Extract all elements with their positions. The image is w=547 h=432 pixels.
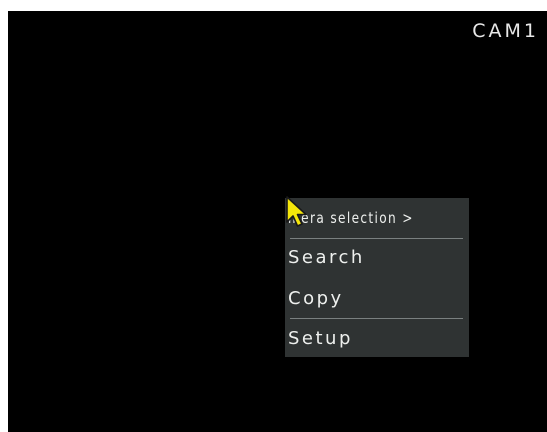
- menu-divider: [290, 318, 463, 319]
- menu-divider: [290, 238, 463, 239]
- camera-label: CAM1: [472, 20, 539, 42]
- menu-item-setup[interactable]: Setup: [288, 327, 353, 351]
- context-menu: mera selection > Search Copy Setup: [285, 198, 469, 357]
- menu-item-search[interactable]: Search: [288, 246, 365, 270]
- menu-item-copy[interactable]: Copy: [288, 287, 344, 311]
- arrow-cursor-icon: [286, 196, 307, 227]
- camera-view: CAM1 mera selection > Search Copy Setup: [8, 11, 547, 432]
